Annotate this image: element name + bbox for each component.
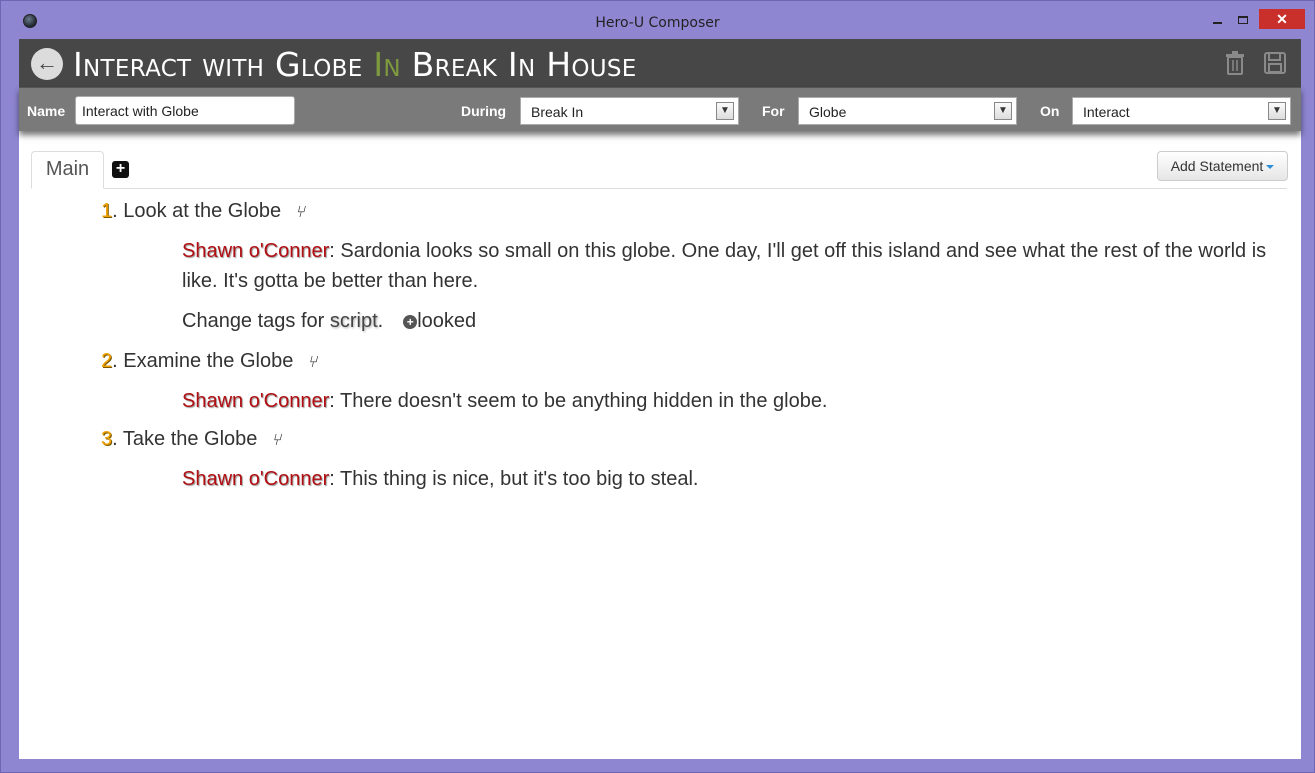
step-item[interactable]: 3. Take the Globe ⑂	[101, 428, 281, 451]
back-button[interactable]: ←	[31, 48, 63, 80]
add-statement-button[interactable]: Add Statement	[1157, 151, 1288, 181]
dialogue-text: : Sardonia looks so small on this globe.…	[182, 240, 1267, 292]
title-bar[interactable]: Hero-U Composer ✕	[1, 1, 1314, 39]
app-window: Hero-U Composer ✕ ← Interact with Globe …	[0, 0, 1315, 773]
add-statement-label: Add Statement	[1170, 158, 1264, 174]
chevron-down-icon: ▼	[716, 102, 734, 120]
step-sep: .	[112, 428, 123, 450]
speaker-name[interactable]: Shawn o'Conner	[182, 468, 329, 490]
tag-suffix: .	[377, 310, 384, 332]
dialogue-line[interactable]: Shawn o'Conner: Sardonia looks so small …	[182, 236, 1282, 296]
minimize-icon	[1212, 22, 1222, 25]
chevron-down-icon: ▼	[994, 102, 1012, 120]
for-select[interactable]: Globe ▼	[798, 97, 1017, 125]
branch-icon[interactable]: ⑂	[295, 204, 305, 222]
filter-bar: Name Interact with Globe During Break In…	[19, 87, 1301, 131]
dialogue-line[interactable]: Shawn o'Conner: This thing is nice, but …	[182, 464, 1282, 494]
arrow-left-icon: ←	[36, 50, 58, 75]
for-label: For	[762, 103, 785, 119]
page-title: Interact with Globe In Break In House	[73, 45, 637, 84]
composer-client: ← Interact with Globe In Break In House	[19, 39, 1301, 759]
tag-change-line[interactable]: Change tags for script. + looked	[182, 306, 1282, 336]
on-select-value: Interact	[1083, 104, 1130, 120]
minimize-button[interactable]	[1205, 9, 1229, 29]
on-select[interactable]: Interact ▼	[1072, 97, 1291, 125]
add-tab-button[interactable]: +	[112, 161, 129, 178]
header-bar: ← Interact with Globe In Break In House	[19, 39, 1301, 87]
branch-icon[interactable]: ⑂	[307, 354, 317, 372]
window-title: Hero-U Composer	[595, 15, 720, 31]
plus-circle-icon[interactable]: +	[403, 314, 418, 329]
for-select-value: Globe	[809, 104, 847, 120]
step-title: Take the Globe	[122, 428, 258, 450]
dialogue-line[interactable]: Shawn o'Conner: There doesn't seem to be…	[182, 386, 1282, 416]
dialogue-text: : This thing is nice, but it's too big t…	[329, 468, 699, 490]
on-label: On	[1040, 103, 1060, 119]
save-icon-svg	[1264, 52, 1286, 74]
page-title-part1: Interact with Globe	[73, 45, 374, 84]
maximize-icon	[1238, 16, 1248, 25]
trash-icon-svg	[1226, 51, 1244, 75]
during-select[interactable]: Break In ▼	[520, 97, 739, 125]
name-label: Name	[27, 103, 66, 119]
chevron-down-icon: ▼	[1268, 102, 1286, 120]
step-item[interactable]: 2. Examine the Globe ⑂	[101, 350, 317, 373]
step-item[interactable]: 1. Look at the Globe ⑂	[101, 200, 305, 223]
tag-target[interactable]: script	[330, 310, 378, 332]
close-button[interactable]: ✕	[1259, 9, 1305, 29]
trash-icon[interactable]	[1224, 51, 1246, 75]
tab-main[interactable]: Main	[31, 151, 104, 189]
branch-icon[interactable]: ⑂	[271, 432, 281, 450]
tab-strip: Main +	[31, 151, 1287, 189]
save-icon[interactable]	[1264, 51, 1286, 75]
tag-name[interactable]: looked	[417, 310, 476, 332]
page-title-part2: Break In House	[400, 45, 637, 84]
tag-prefix: Change tags for	[182, 310, 330, 332]
caret-down-icon	[1266, 165, 1275, 170]
during-select-value: Break In	[531, 104, 584, 120]
step-number: 3	[101, 428, 113, 450]
speaker-name[interactable]: Shawn o'Conner	[182, 240, 329, 262]
name-field[interactable]: Interact with Globe	[75, 96, 295, 125]
page-title-in: In	[373, 45, 401, 84]
maximize-button[interactable]	[1231, 9, 1255, 29]
step-sep: .	[112, 350, 124, 372]
during-label: During	[461, 103, 507, 119]
step-number: 1	[101, 200, 113, 222]
speaker-name[interactable]: Shawn o'Conner	[182, 390, 329, 412]
step-sep: .	[112, 200, 124, 222]
dialogue-text: : There doesn't seem to be anything hidd…	[329, 390, 828, 412]
step-title: Examine the Globe	[123, 350, 294, 372]
step-number: 2	[101, 350, 113, 372]
step-title: Look at the Globe	[123, 200, 282, 222]
